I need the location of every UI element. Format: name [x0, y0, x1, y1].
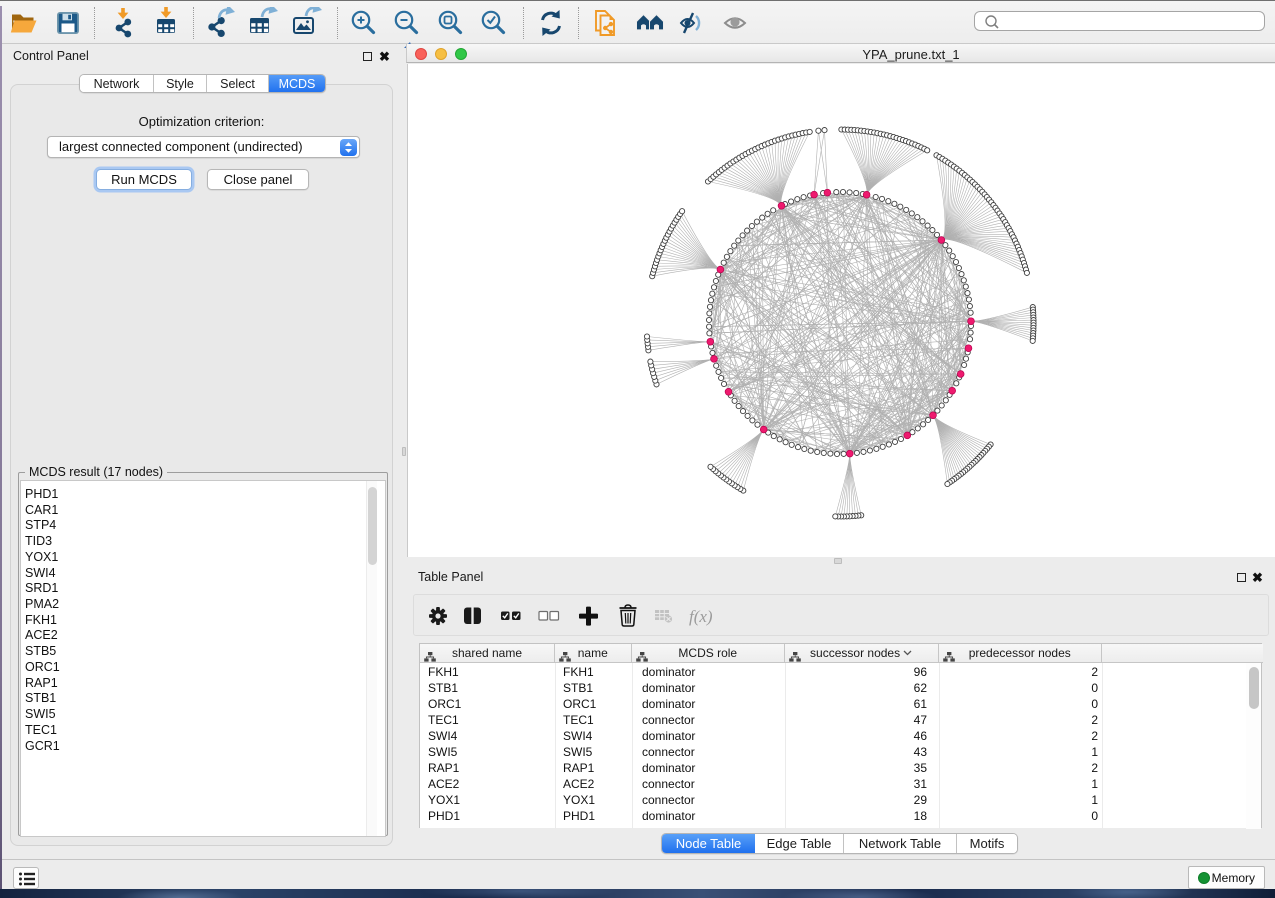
svg-text:f(x): f(x): [689, 607, 713, 626]
